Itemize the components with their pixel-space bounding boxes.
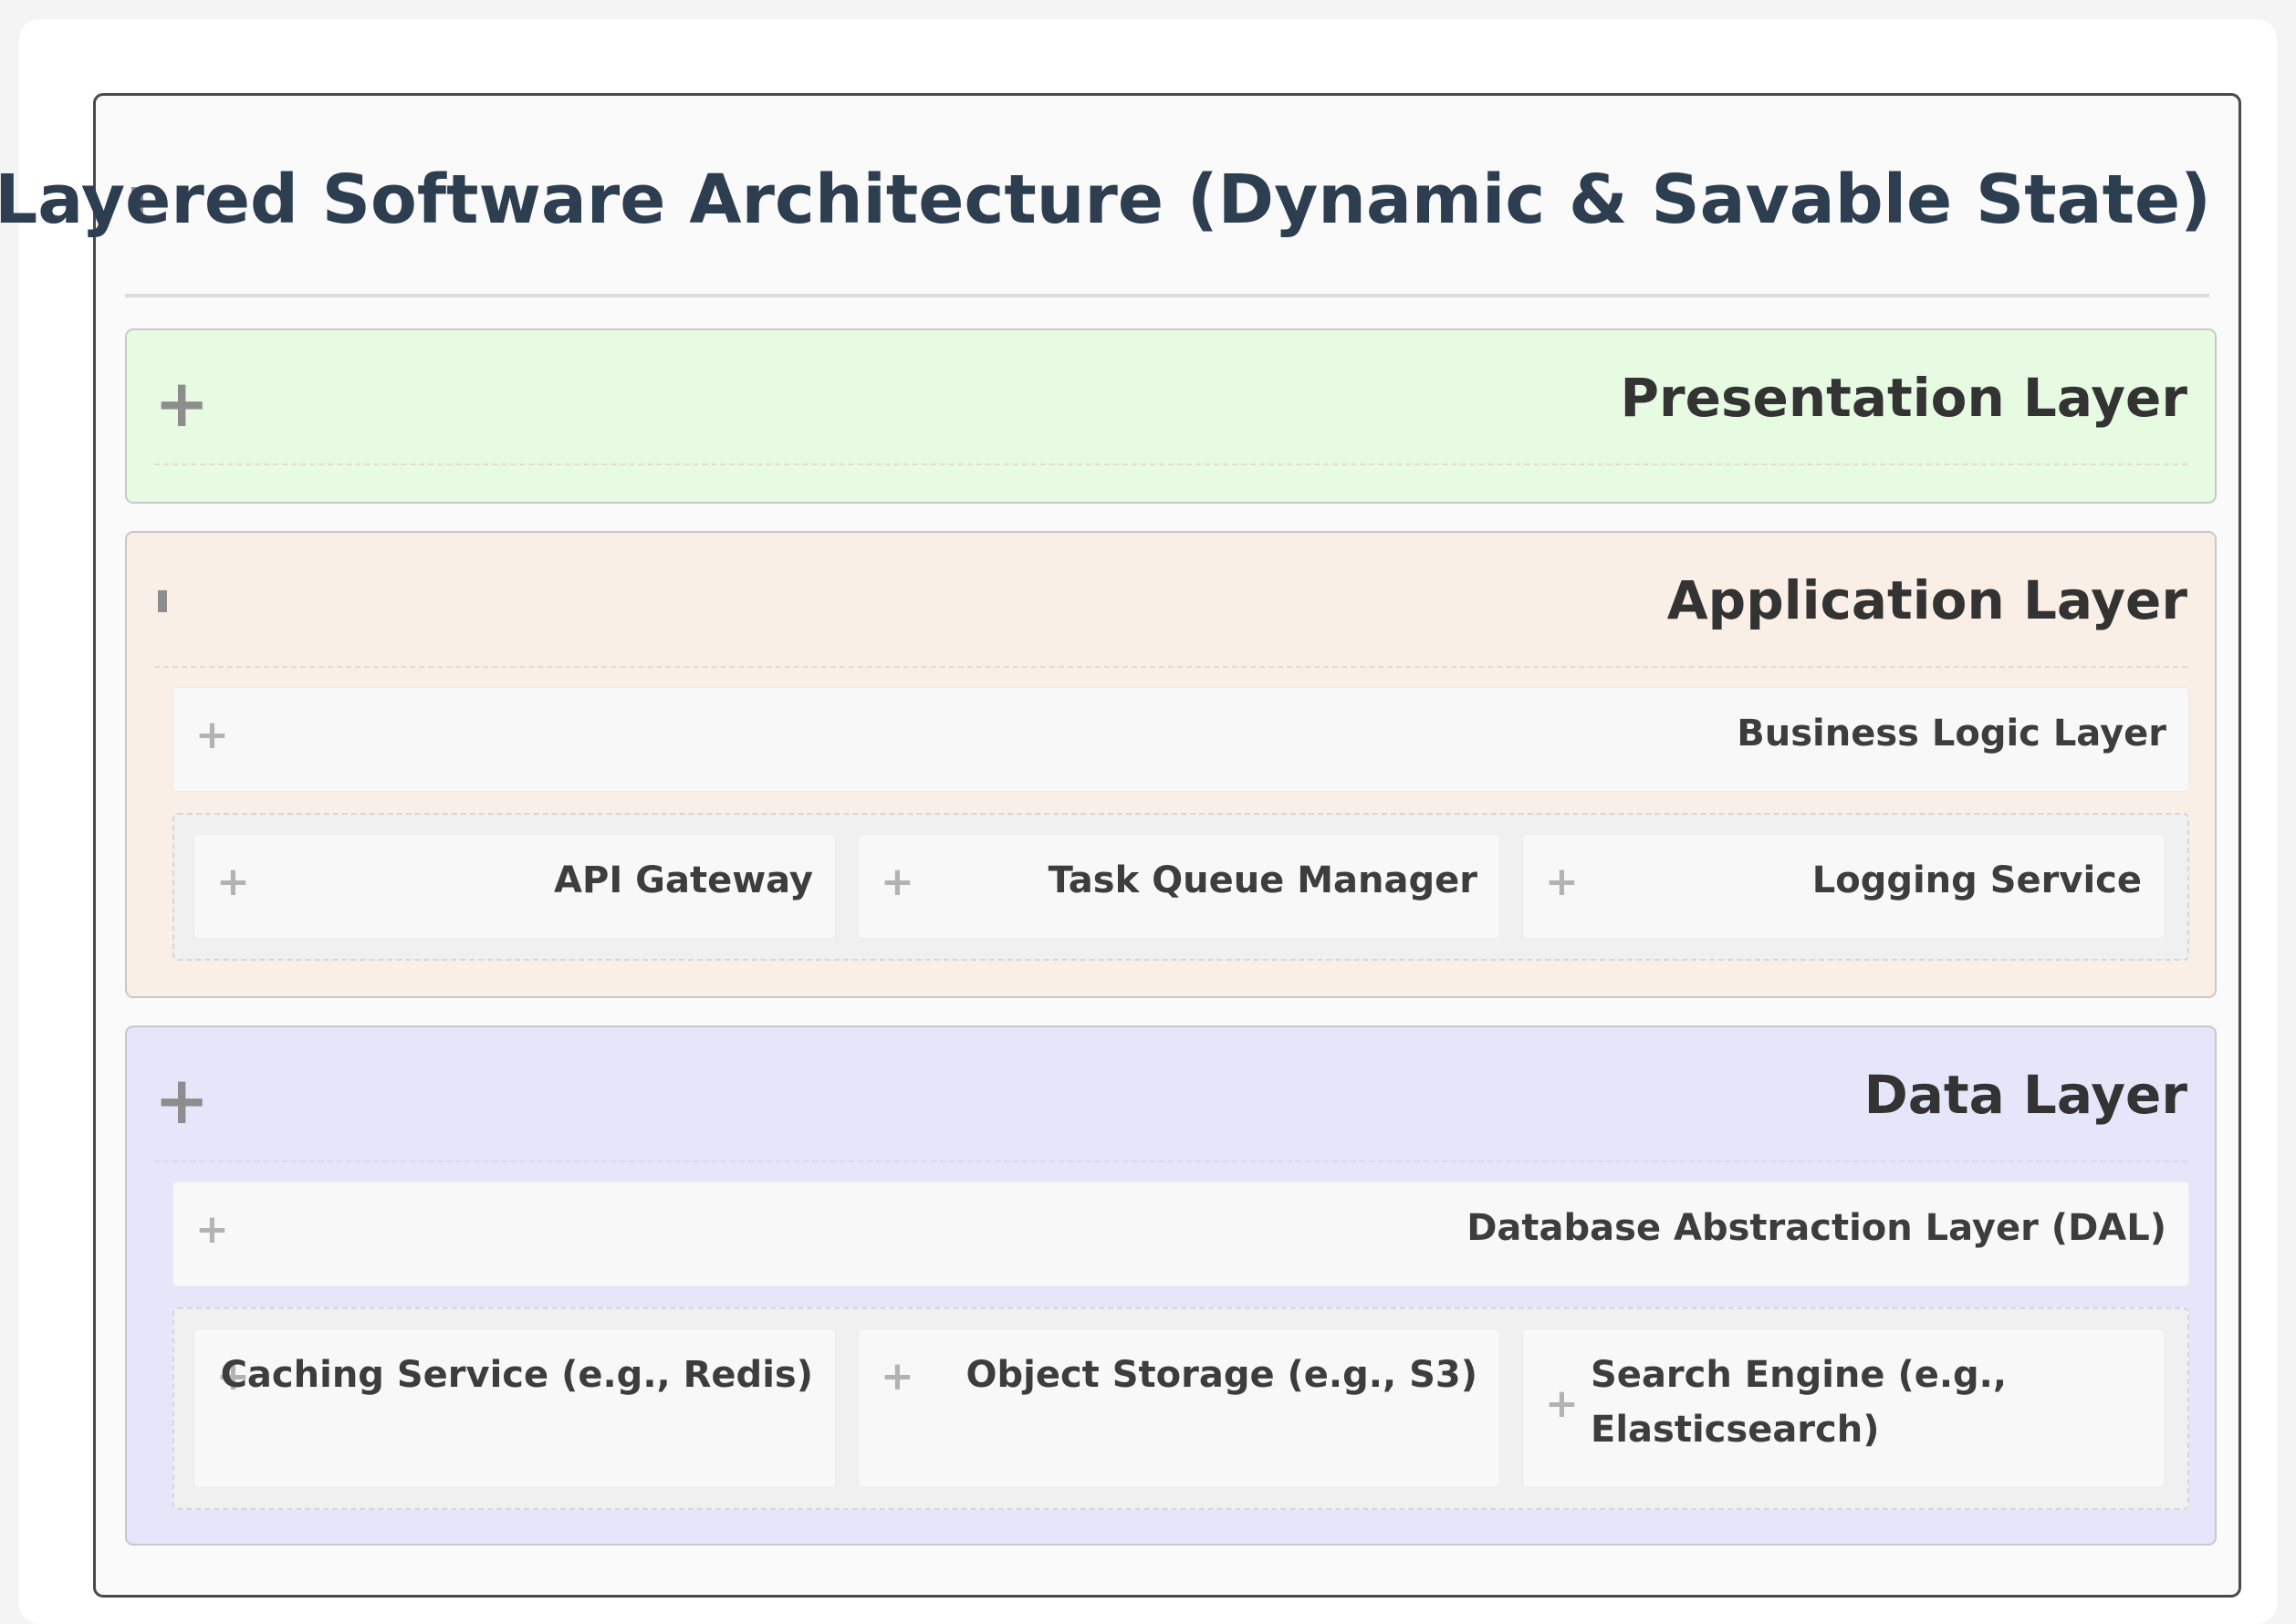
expand-task-queue-icon[interactable]: +	[881, 862, 914, 902]
search-engine-box[interactable]: + Search Engine (e.g., Elasticsearch)	[1522, 1328, 2165, 1488]
database-abstraction-layer[interactable]: + Database Abstraction Layer (DAL)	[172, 1182, 2189, 1286]
application-layer-title: Application Layer	[1666, 569, 2187, 631]
presentation-layer: + Presentation Layer	[125, 328, 2217, 504]
caching-service-label: Caching Service (e.g., Redis)	[220, 1354, 813, 1396]
api-gateway-box[interactable]: + API Gateway	[193, 834, 836, 939]
layer-divider	[154, 463, 2187, 465]
expand-search-engine-icon[interactable]: +	[1545, 1384, 1579, 1424]
data-layer: + Data Layer + Database Abstraction Laye…	[125, 1025, 2217, 1546]
page-sheet: Layered Software Architecture (Dynamic &…	[0, 19, 2277, 1624]
expand-business-logic-icon[interactable]: +	[195, 715, 229, 755]
layer-divider	[154, 1161, 2187, 1162]
application-layer: Application Layer + Business Logic Layer…	[125, 531, 2217, 998]
diagram-frame: Layered Software Architecture (Dynamic &…	[0, 93, 2241, 1598]
search-engine-label: Search Engine (e.g., Elasticsearch)	[1591, 1354, 2008, 1451]
expand-logging-service-icon[interactable]: +	[1545, 862, 1579, 902]
business-logic-label: Business Logic Layer	[1737, 713, 2166, 755]
expand-data-icon[interactable]: +	[154, 1067, 209, 1133]
page-title: Layered Software Architecture (Dynamic &…	[0, 161, 2211, 239]
object-storage-box[interactable]: + Object Storage (e.g., S3)	[858, 1328, 1500, 1488]
dal-label: Database Abstraction Layer (DAL)	[1466, 1207, 2166, 1249]
data-layer-title: Data Layer	[1863, 1064, 2187, 1126]
task-queue-manager-box[interactable]: + Task Queue Manager	[858, 834, 1500, 939]
object-storage-label: Object Storage (e.g., S3)	[965, 1354, 1477, 1396]
expand-presentation-icon[interactable]: +	[154, 370, 209, 436]
logging-service-box[interactable]: + Logging Service	[1522, 834, 2165, 939]
title-divider	[125, 294, 2209, 297]
data-components-group: + Caching Service (e.g., Redis) + Object…	[172, 1307, 2189, 1510]
expand-dal-icon[interactable]: +	[195, 1210, 229, 1250]
expand-object-storage-icon[interactable]: +	[881, 1357, 914, 1397]
collapse-application-icon[interactable]	[158, 590, 167, 612]
task-queue-manager-label: Task Queue Manager	[1048, 859, 1477, 901]
application-components-group: + API Gateway + Task Queue Manager + Log…	[172, 813, 2189, 961]
layer-divider	[154, 666, 2187, 668]
business-logic-layer[interactable]: + Business Logic Layer	[172, 687, 2189, 792]
api-gateway-label: API Gateway	[554, 859, 813, 901]
logging-service-label: Logging Service	[1811, 859, 2142, 901]
presentation-layer-title: Presentation Layer	[1620, 367, 2187, 429]
expand-api-gateway-icon[interactable]: +	[216, 862, 250, 902]
caching-service-box[interactable]: + Caching Service (e.g., Redis)	[193, 1328, 836, 1488]
